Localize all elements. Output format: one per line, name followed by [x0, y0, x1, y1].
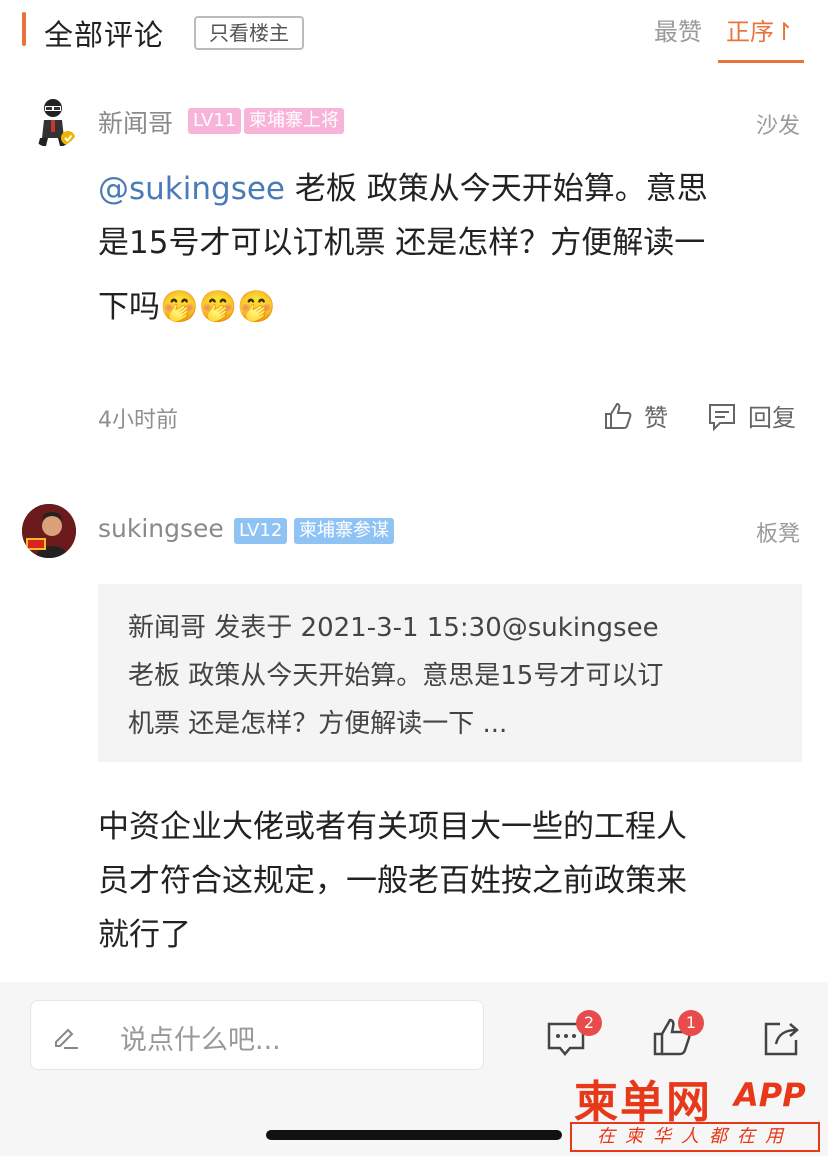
home-indicator[interactable]: [266, 1130, 562, 1140]
reply-icon: [709, 403, 735, 431]
sort-arrow-icon: ↾: [774, 18, 795, 46]
comment-username[interactable]: sukingsee: [98, 514, 224, 543]
logo-app-text: APP: [734, 1076, 806, 1114]
rank-badge: 柬埔寨参谋: [294, 518, 394, 544]
avatar[interactable]: [22, 504, 76, 558]
share-icon[interactable]: [762, 1018, 802, 1058]
comment-line: 是15号才可以订机票 还是怎样？方便解读一: [98, 225, 706, 261]
like-action[interactable]: 赞: [602, 398, 668, 433]
only-op-button[interactable]: 只看楼主: [194, 16, 304, 50]
floor-label: 沙发: [756, 114, 801, 139]
comment-line: 就行了: [98, 917, 191, 953]
watermark-logo: 柬单网 APP 在柬华人都在用: [570, 1066, 820, 1152]
comment-text: @sukingsee 老板 政策从今天开始算。意思 是15号才可以订机票 还是怎…: [98, 162, 798, 334]
sort-order-label: 正序: [726, 18, 774, 46]
logo-main-text: 柬单网: [574, 1077, 712, 1128]
logo-slogan: 在柬华人都在用: [570, 1122, 820, 1152]
comments-header: 全部评论 只看楼主 最赞 正序↾: [0, 0, 828, 66]
level-badge: LV11: [188, 108, 242, 134]
comment-count-badge: 2: [576, 1010, 602, 1036]
rank-badge: 柬埔寨上将: [244, 108, 344, 134]
level-badge: LV12: [234, 518, 288, 544]
quoted-comment[interactable]: 新闻哥 发表于 2021-3-1 15:30@sukingsee 老板 政策从今…: [98, 584, 802, 762]
avatar[interactable]: [26, 94, 80, 148]
comment-line: 员才符合这规定，一般老百姓按之前政策来: [98, 863, 687, 899]
reply-action[interactable]: 回复: [706, 398, 796, 433]
input-placeholder: 说点什么吧...: [120, 1025, 281, 1056]
header-title: 全部评论: [44, 18, 165, 52]
quote-line: 老板 政策从今天开始算。意思是15号才可以订: [128, 661, 664, 691]
sort-hot-tab[interactable]: 最赞: [654, 12, 702, 47]
quote-line: 新闻哥 发表于 2021-3-1 15:30@sukingsee: [128, 613, 659, 643]
comment-text: 中资企业大佬或者有关项目大一些的工程人 员才符合这规定，一般老百姓按之前政策来 …: [98, 800, 798, 962]
header-accent-bar: [22, 12, 26, 46]
floor-label: 板凳: [756, 522, 801, 547]
quote-line: 机票 还是怎样？方便解读一下 ...: [128, 709, 508, 739]
comment-line-text: 老板 政策从今天开始算。意思: [284, 171, 708, 207]
thumb-up-icon: [605, 402, 632, 429]
comment-time: 4小时前: [98, 408, 178, 433]
comment-line: 下吗🤭🤭🤭: [98, 280, 798, 334]
comment-line: @sukingsee 老板 政策从今天开始算。意思: [98, 162, 798, 216]
mention-link[interactable]: @sukingsee: [98, 171, 285, 207]
comment-line-text: 下吗: [98, 289, 160, 325]
sort-active-underline: [718, 60, 804, 63]
edit-icon: [55, 1028, 78, 1049]
like-label: 赞: [644, 404, 668, 432]
comment-username[interactable]: 新闻哥: [98, 104, 173, 140]
emoji: 🤭🤭🤭: [160, 289, 276, 325]
like-count-badge: 1: [678, 1010, 704, 1036]
reply-label: 回复: [748, 404, 796, 432]
comment-line: 中资企业大佬或者有关项目大一些的工程人: [98, 809, 687, 845]
sort-order-tab[interactable]: 正序↾: [726, 12, 794, 47]
